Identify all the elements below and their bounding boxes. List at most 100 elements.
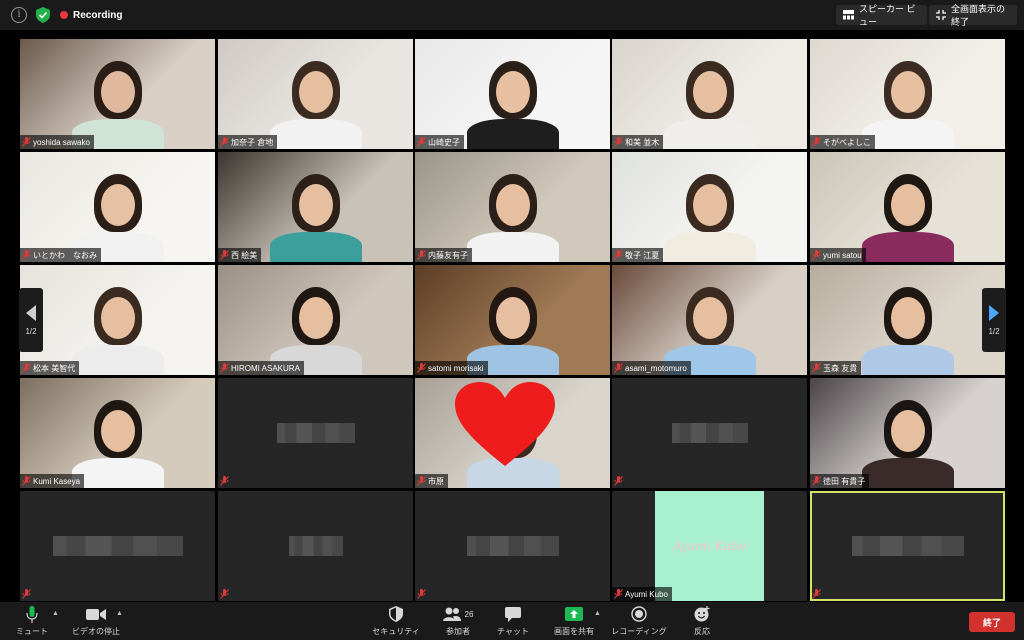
participant-name-label: 玉森 友貴 (810, 361, 862, 375)
participant-video-tile[interactable]: Ayumi Kubo Ayumi Kubo (612, 491, 807, 601)
reactions-button[interactable]: 反応 (688, 605, 716, 637)
participant-video-tile[interactable]: asami_motomuro (612, 265, 807, 375)
participant-video-tile[interactable]: いとかわ なおみ (20, 152, 215, 262)
share-options-chevron-icon[interactable]: ▲ (594, 610, 601, 617)
hidden-name-placeholder (53, 536, 183, 556)
participant-name: yoshida sawako (33, 137, 90, 147)
participant-video-tile[interactable]: 敬子 江夏 (612, 152, 807, 262)
participant-face (693, 297, 727, 339)
muted-microphone-icon (417, 476, 426, 486)
participant-video-tile[interactable]: 松本 美智代 (20, 265, 215, 375)
participant-name-label: そがべよしこ (810, 135, 875, 149)
participant-video-tile[interactable] (218, 491, 413, 601)
participant-name: 敬子 江夏 (625, 250, 660, 260)
participant-video-tile[interactable]: yoshida sawako (20, 39, 215, 149)
name-card-text: Ayumi Kubo (672, 539, 747, 553)
participant-face (496, 71, 530, 113)
end-meeting-button[interactable]: 終了 (969, 612, 1015, 632)
muted-microphone-icon (812, 363, 821, 373)
participant-video-tile[interactable]: そがべよしこ (810, 39, 1005, 149)
participant-face (299, 71, 333, 113)
page-indicator-right: 1/2 (988, 326, 1000, 336)
muted-microphone-icon (417, 250, 426, 260)
participant-video-tile[interactable]: 玉森 友貴 (810, 265, 1005, 375)
encryption-shield-icon[interactable] (36, 7, 52, 23)
muted-microphone-icon (220, 363, 229, 373)
participant-name: そがべよしこ (823, 137, 871, 147)
participant-name: satomi morisaki (428, 363, 484, 373)
exit-fullscreen-button[interactable]: 全画面表示の終了 (929, 4, 1017, 27)
security-button[interactable]: セキュリティ (372, 605, 420, 637)
hidden-name-placeholder (852, 536, 964, 556)
audio-options-chevron-icon[interactable]: ▲ (52, 610, 59, 617)
participant-video-tile[interactable] (20, 491, 215, 601)
muted-microphone-icon (614, 589, 623, 599)
participant-video-tile[interactable]: yumi satou (810, 152, 1005, 262)
recording-button-label: レコーディング (611, 627, 667, 636)
participant-name: asami_motomuro (625, 363, 687, 373)
recording-button[interactable]: レコーディング (611, 605, 667, 637)
participant-video-tile[interactable] (415, 491, 610, 601)
participant-video-tile[interactable]: HIROMI ASAKURA (218, 265, 413, 375)
participant-face (891, 71, 925, 113)
next-page-button[interactable]: 1/2 (982, 288, 1006, 352)
share-screen-icon (565, 607, 583, 621)
stop-video-button[interactable]: ビデオの停止 (70, 605, 122, 637)
participant-face (693, 184, 727, 226)
participant-name: 山崎史子 (428, 137, 460, 147)
participant-face (299, 297, 333, 339)
participant-video-tile[interactable]: 市原 (415, 378, 610, 488)
participant-body (664, 232, 756, 262)
stop-video-label: ビデオの停止 (72, 627, 120, 636)
participant-body (72, 345, 164, 375)
participant-face (693, 71, 727, 113)
participants-button[interactable]: 26 参加者 (438, 605, 478, 637)
muted-microphone-icon (22, 250, 31, 260)
muted-microphone-icon (220, 476, 229, 486)
recording-dot-icon (60, 11, 68, 19)
participant-video-tile[interactable]: 徳田 有貴子 (810, 378, 1005, 488)
participants-label: 参加者 (446, 627, 470, 636)
participant-video-tile[interactable]: Kumi Kaseya (20, 378, 215, 488)
participant-name: yumi satou (823, 250, 862, 260)
participant-name-label (20, 587, 37, 601)
speaker-view-button[interactable]: スピーカー ビュー (836, 4, 927, 27)
participant-video-tile[interactable]: 西 絵美 (218, 152, 413, 262)
reactions-label: 反応 (694, 627, 710, 636)
participant-body (862, 345, 954, 375)
video-options-chevron-icon[interactable]: ▲ (116, 610, 123, 617)
meeting-controls-bar: ミュート ▲ ビデオの停止 ▲ セキュリティ 26 参加者 チャット 画面を共有… (0, 602, 1024, 640)
chat-button[interactable]: チャット (495, 605, 531, 637)
participant-video-tile[interactable] (810, 491, 1005, 601)
chat-label: チャット (497, 627, 529, 636)
previous-page-button[interactable]: 1/2 (19, 288, 43, 352)
participant-name-label: yumi satou (810, 248, 866, 262)
participant-body (72, 458, 164, 488)
participant-body (467, 232, 559, 262)
muted-microphone-icon (22, 476, 31, 486)
participant-video-tile[interactable]: 山崎史子 (415, 39, 610, 149)
heart-sticker-icon (455, 382, 555, 466)
participant-name-label (612, 474, 629, 488)
participant-video-tile[interactable]: 和美 並木 (612, 39, 807, 149)
muted-microphone-icon (812, 250, 821, 260)
mute-button[interactable]: ミュート (14, 605, 50, 637)
muted-microphone-icon (812, 476, 821, 486)
participant-video-tile[interactable] (612, 378, 807, 488)
participant-name: 松本 美智代 (33, 363, 76, 373)
hidden-name-placeholder (672, 423, 748, 443)
participant-face (496, 184, 530, 226)
participant-name: 和美 並木 (625, 137, 660, 147)
participant-video-tile[interactable]: 内藤友有子 (415, 152, 610, 262)
participant-face (496, 297, 530, 339)
participant-video-tile[interactable] (218, 378, 413, 488)
participant-video-tile[interactable]: satomi morisaki (415, 265, 610, 375)
participant-name: いとかわ なおみ (33, 250, 97, 260)
participant-body (270, 119, 362, 149)
share-screen-button[interactable]: 画面を共有 (552, 605, 596, 637)
recording-label: Recording (73, 9, 123, 21)
participant-name-label: 山崎史子 (415, 135, 464, 149)
participant-video-tile[interactable]: 加奈子 倉地 (218, 39, 413, 149)
info-icon[interactable]: i (11, 7, 27, 23)
muted-microphone-icon (417, 589, 426, 599)
